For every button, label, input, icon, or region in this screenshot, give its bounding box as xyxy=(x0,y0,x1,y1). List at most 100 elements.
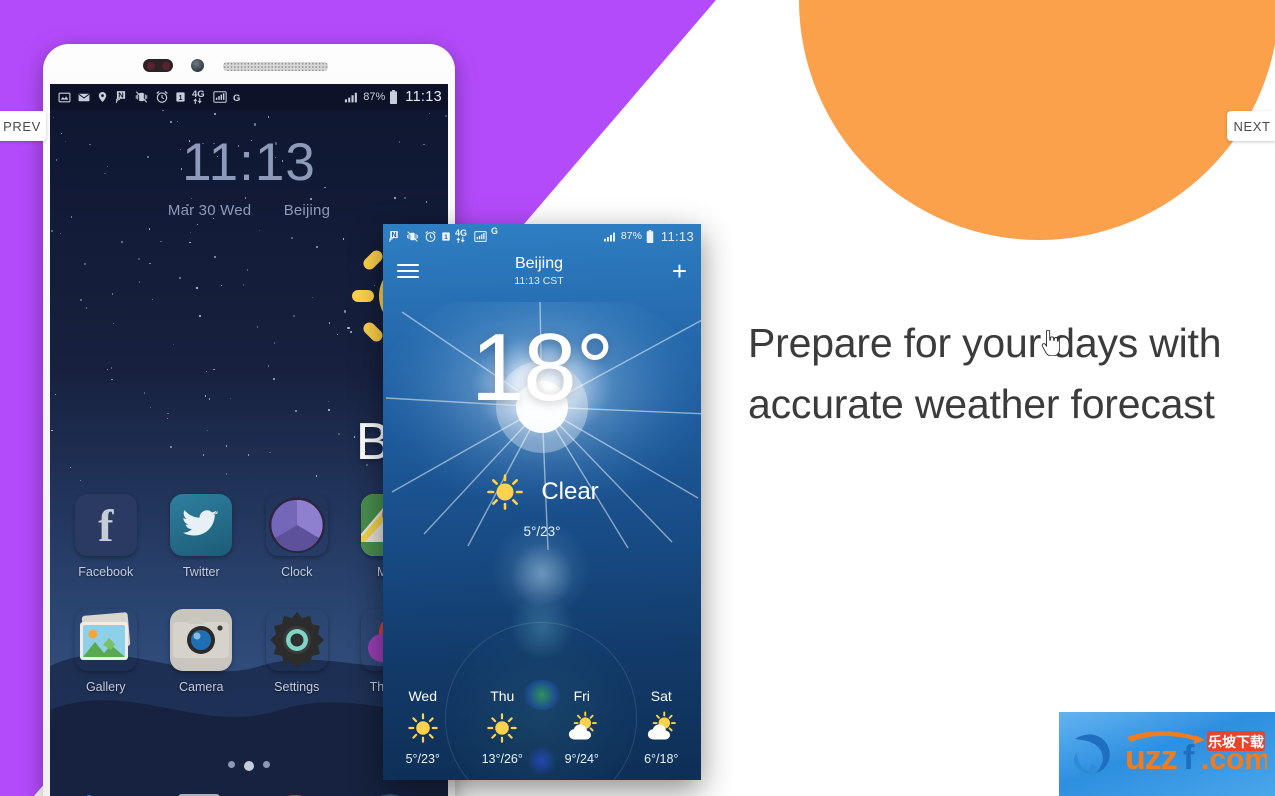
weather-condition-label: Clear xyxy=(541,478,599,505)
statusbar-clock: 11:13 xyxy=(660,228,694,244)
contacts-icon xyxy=(170,789,232,796)
home-clock-widget[interactable]: 11:13 Mar 30 Wed Beijing xyxy=(50,136,448,219)
svg-text:f: f xyxy=(1183,739,1195,777)
prev-button[interactable]: PREV xyxy=(0,111,46,141)
weather-current-temperature: 18° xyxy=(470,314,614,421)
svg-text:1: 1 xyxy=(179,95,183,102)
forecast-day-range: 6°/18° xyxy=(644,752,679,766)
page-dot[interactable] xyxy=(263,761,270,768)
app-icon-settings[interactable]: Settings xyxy=(249,609,345,694)
dock-icon-messages[interactable]: Messages xyxy=(249,789,345,796)
svg-text:N: N xyxy=(118,91,123,100)
page-dot-active[interactable] xyxy=(244,761,254,771)
slide-stage: N 1 4G G 87% 11:13 11:13 Mar 30 Wed Beij… xyxy=(0,0,1275,796)
forecast-day-range: 13°/26° xyxy=(481,752,523,766)
plus-icon[interactable]: + xyxy=(665,258,687,284)
weather-current-condition: Clear xyxy=(383,472,701,512)
front-camera-icon xyxy=(191,59,204,72)
lens-flare xyxy=(509,594,575,660)
vibrate-off-icon xyxy=(407,230,418,242)
app-label: Camera xyxy=(179,680,224,694)
dock-icon-contacts[interactable]: Contacts xyxy=(154,789,250,796)
battery-icon xyxy=(646,229,654,243)
earpiece-speaker-icon xyxy=(223,62,328,71)
forecast-day[interactable]: Thu 13°/26° xyxy=(463,688,543,766)
dock-icon-phone[interactable]: Phone xyxy=(58,789,154,796)
uzzf-logo-icon: uzz f .com 乐坡下载 xyxy=(1073,731,1267,777)
android-status-bar: N 1 4G G 87% 11:13 xyxy=(50,84,448,110)
facebook-icon: f xyxy=(74,494,137,556)
app-icon-gallery[interactable]: Gallery xyxy=(58,609,154,694)
app-label: Clock xyxy=(281,565,313,579)
cellular-signal-icon xyxy=(345,92,358,103)
battery-percent-label: 87% xyxy=(620,230,642,242)
4g-icon: 4G xyxy=(455,228,470,243)
weather-status-bar: N 1 4G G 87% 11:13 xyxy=(383,224,701,248)
next-button[interactable]: NEXT xyxy=(1227,111,1275,141)
forecast-day[interactable]: Fri 9°/24° xyxy=(542,688,622,766)
home-clock-date: Mar 30 Wed xyxy=(167,202,252,219)
app-label: Gallery xyxy=(85,680,126,694)
gallery-icon xyxy=(75,609,137,671)
partly-cloudy-icon xyxy=(648,711,677,740)
sim1-icon: 1 xyxy=(442,231,450,241)
nfc-icon: N xyxy=(389,230,398,242)
location-icon xyxy=(98,91,107,103)
svg-text:uzz: uzz xyxy=(1125,739,1177,777)
app-label: Facebook xyxy=(78,565,134,579)
app-label: Twitter xyxy=(182,565,220,579)
alarm-icon xyxy=(425,230,436,242)
messages-icon xyxy=(266,789,328,796)
camera-icon xyxy=(170,609,233,671)
forecast-day-label: Thu xyxy=(490,688,515,704)
forecast-day[interactable]: Sat 6°/18° xyxy=(622,688,702,766)
page-dot[interactable] xyxy=(228,761,235,768)
app-icon-facebook[interactable]: f Facebook xyxy=(58,494,154,579)
image-icon xyxy=(58,92,71,102)
app-label: Settings xyxy=(274,680,320,694)
sensor-icon xyxy=(143,59,173,72)
weather-forecast-row: Wed 5°/23° Thu 13°/26° Fri 9°/24° Sat 6°/18° xyxy=(383,688,701,766)
forecast-day-range: 5°/23° xyxy=(405,752,440,766)
battery-percent-label: 87% xyxy=(363,91,386,103)
signal-boxed-icon xyxy=(213,91,227,103)
weather-city-name: Beijing xyxy=(514,255,564,273)
orange-circle-shape xyxy=(799,0,1275,240)
weather-app-card: N 1 4G G 87% 11:13 Beijing 11:13 CST + 1… xyxy=(383,224,701,780)
g-network-icon: G xyxy=(491,226,499,236)
g-network-icon: G xyxy=(233,93,241,104)
app-icon-twitter[interactable]: Twitter xyxy=(154,494,250,579)
phone-top-bezel xyxy=(43,44,455,84)
forecast-day-label: Wed xyxy=(408,688,438,704)
nfc-icon: N xyxy=(115,91,126,103)
sun-icon xyxy=(487,474,524,510)
dock-icon-internet[interactable]: Internet xyxy=(345,789,441,796)
lens-flare xyxy=(511,544,573,606)
clock-icon xyxy=(266,494,328,556)
forecast-day-range: 9°/24° xyxy=(564,752,599,766)
sim1-icon: 1 xyxy=(176,92,185,102)
mail-icon xyxy=(78,93,90,101)
weather-city-time: 11:13 CST xyxy=(514,274,564,287)
app-icon-camera[interactable]: Camera xyxy=(154,609,250,694)
vibrate-off-icon xyxy=(135,91,148,103)
weather-app-header: Beijing 11:13 CST + xyxy=(383,248,701,294)
forecast-day[interactable]: Wed 5°/23° xyxy=(383,688,463,766)
home-clock-city: Beijing xyxy=(283,202,331,219)
weather-current-range: 5°/23° xyxy=(523,524,561,539)
partly-cloudy-icon xyxy=(568,711,597,740)
alarm-icon xyxy=(156,91,168,103)
site-watermark: uzz f .com 乐坡下载 xyxy=(1059,712,1275,796)
watermark-badge-text: 乐坡下载 xyxy=(1208,734,1264,750)
phone-icon xyxy=(75,789,137,796)
app-icon-clock[interactable]: Clock xyxy=(249,494,345,579)
internet-icon xyxy=(361,789,423,796)
home-clock-time: 11:13 xyxy=(182,133,316,192)
page-headline: Prepare for your days with accurate weat… xyxy=(748,320,1222,427)
sun-icon xyxy=(408,713,438,743)
4g-icon: 4G xyxy=(192,89,207,104)
signal-boxed-icon xyxy=(474,230,487,242)
home-dock: PhoneContactsMessagesInternet xyxy=(50,789,448,796)
forecast-day-label: Sat xyxy=(650,688,672,704)
settings-icon xyxy=(266,609,328,671)
